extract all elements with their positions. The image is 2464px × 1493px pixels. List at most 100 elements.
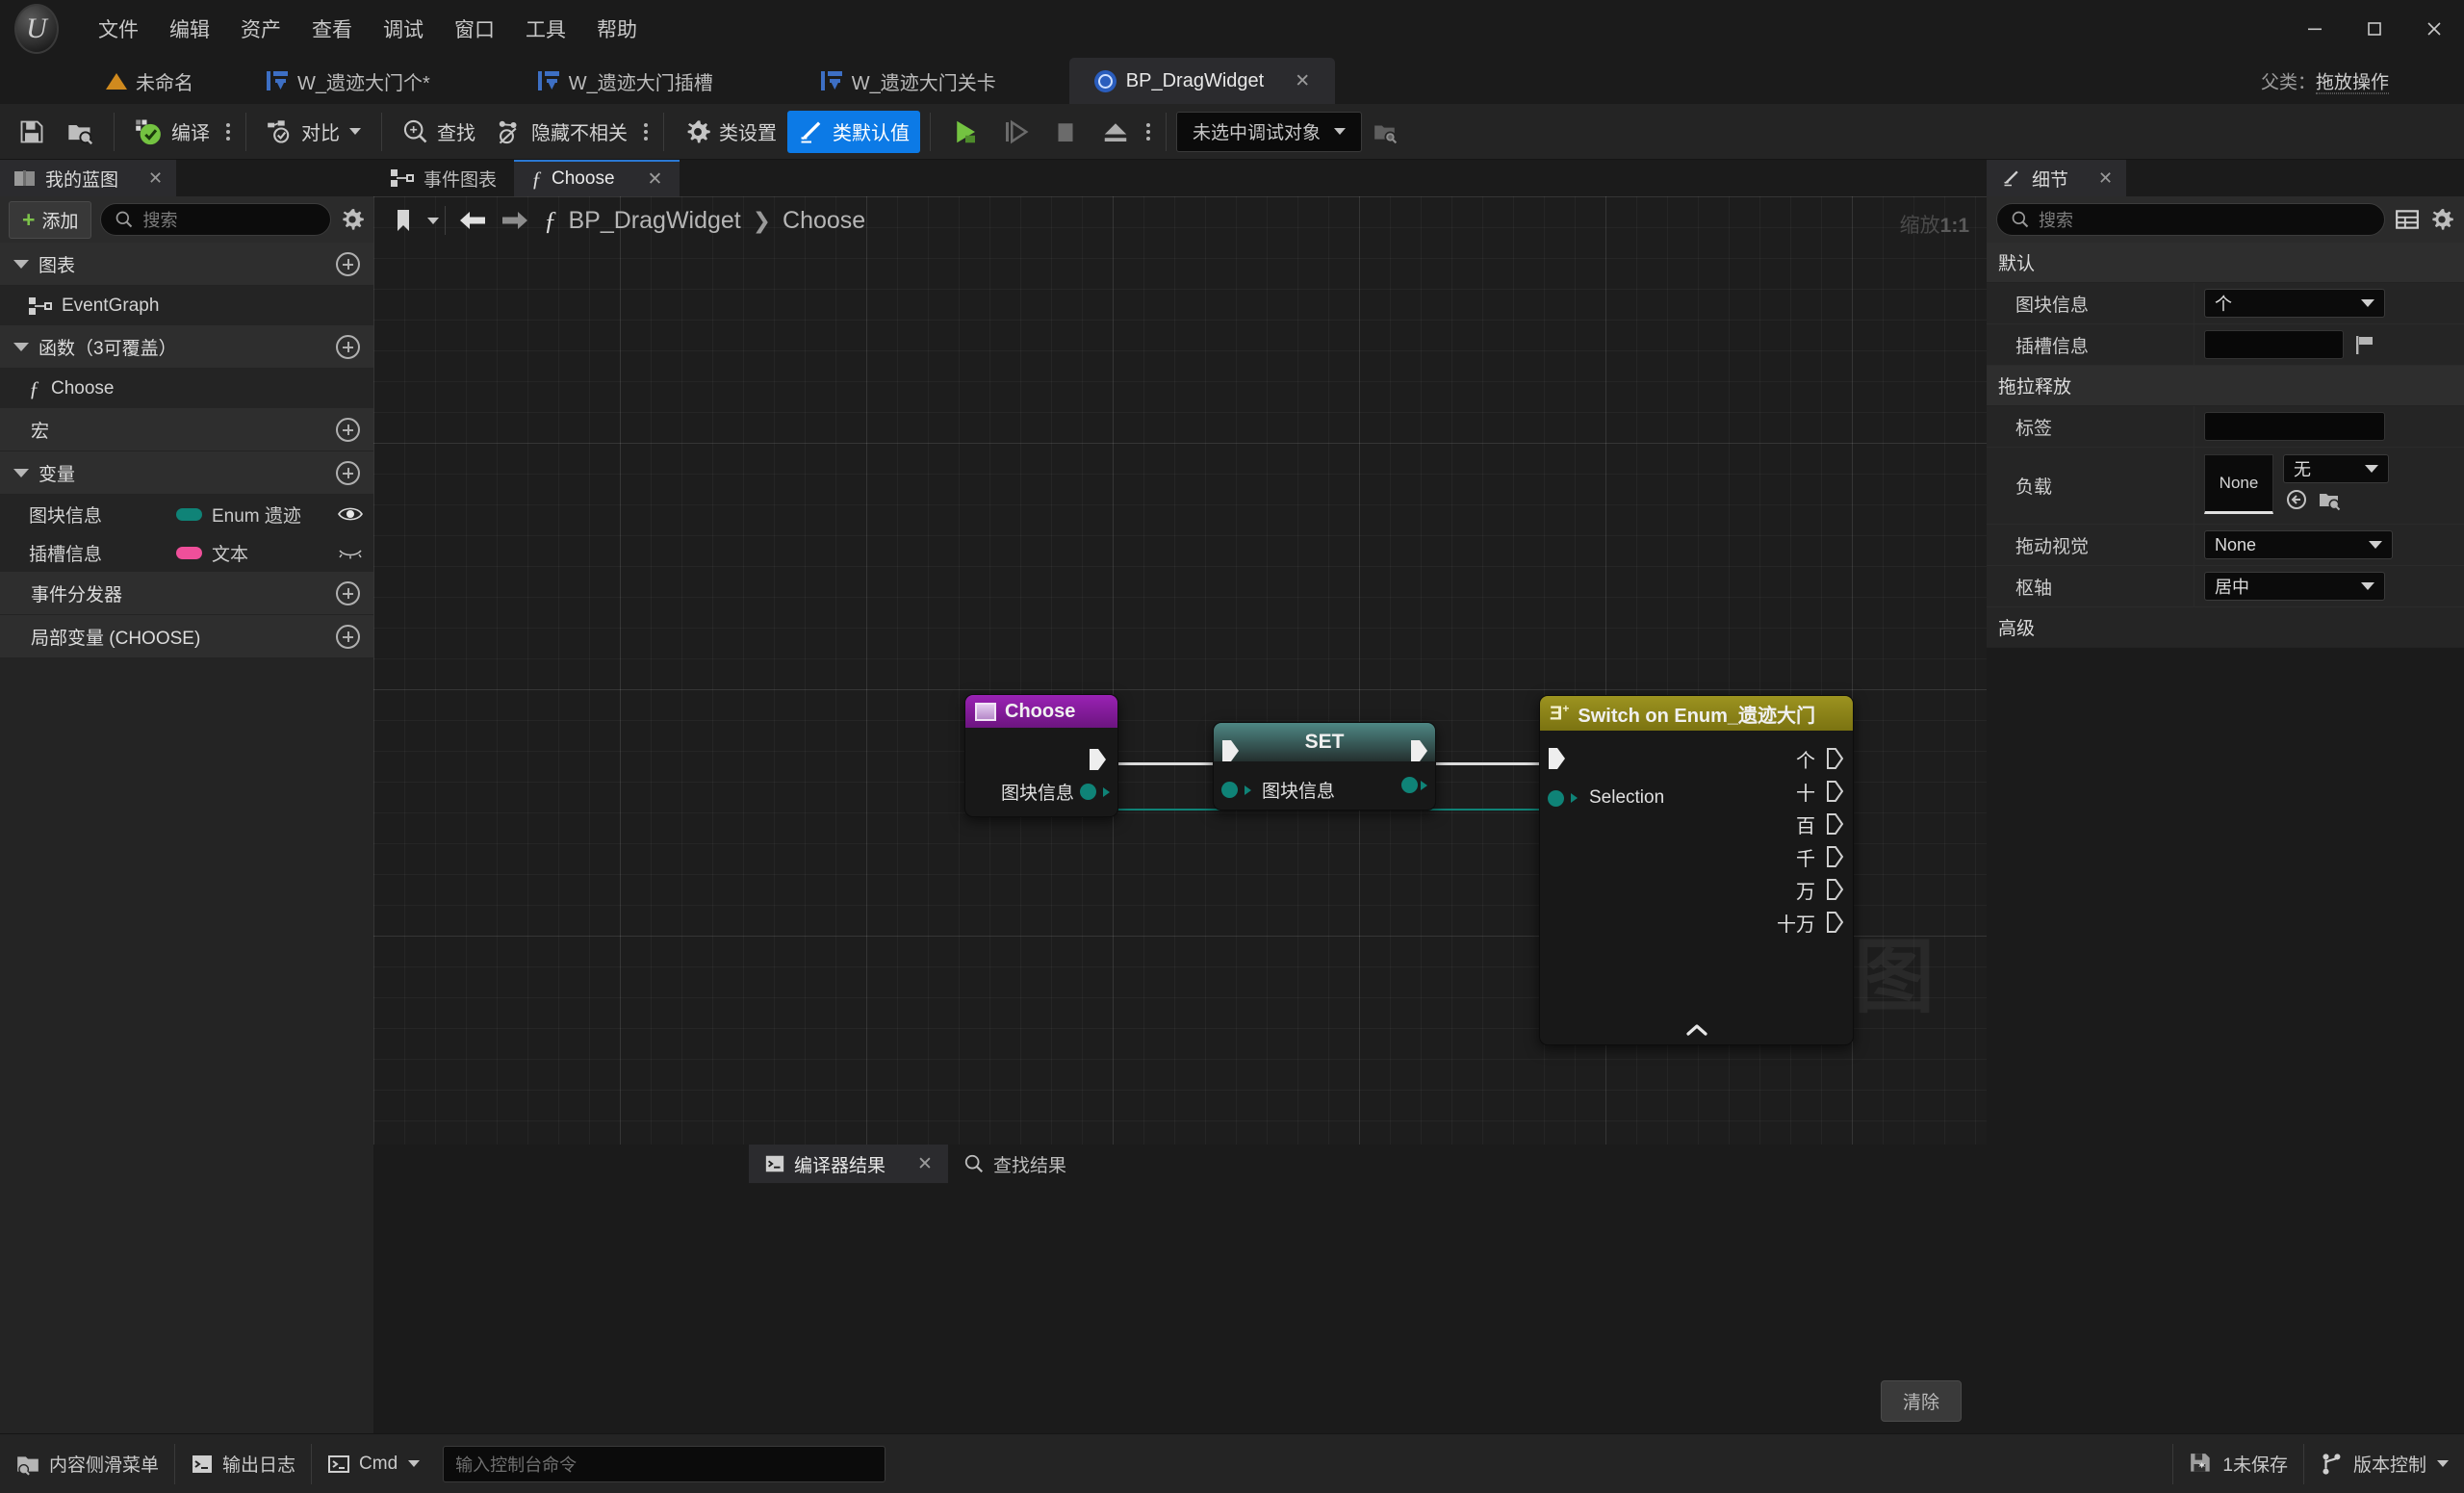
add-local-variable-icon[interactable] — [336, 624, 360, 649]
localization-flag-icon[interactable] — [2353, 333, 2376, 356]
browse-asset-icon[interactable] — [2318, 488, 2341, 511]
add-event-dispatcher-icon[interactable] — [336, 580, 360, 605]
data-in-pin-selection[interactable]: Selection — [1548, 787, 1664, 809]
compiler-log-content[interactable]: 清除 — [373, 1183, 1987, 1433]
payload-class-combo[interactable]: 无 — [2283, 454, 2389, 483]
console-command-input[interactable]: 输入控制台命令 — [443, 1445, 886, 1482]
step-button[interactable] — [990, 111, 1040, 153]
exec-out-pin[interactable] — [1408, 738, 1429, 763]
output-log-button[interactable]: 输出日志 — [175, 1434, 311, 1493]
data-in-pin-tile-info[interactable]: 图块信息 — [1221, 777, 1335, 803]
save-button[interactable] — [8, 111, 56, 153]
graph-tab-event-graph[interactable]: 事件图表 — [373, 160, 514, 196]
back-button[interactable] — [451, 199, 494, 242]
tab-compiler-results[interactable]: 编译器结果 ✕ — [749, 1145, 948, 1183]
close-icon[interactable]: ✕ — [917, 1153, 933, 1175]
tab-w-ruins-gate-1[interactable]: W_遗迹大门个* — [242, 58, 455, 104]
debug-object-selector[interactable]: 未选中调试对象 — [1176, 111, 1363, 152]
parent-class-value[interactable]: 拖放操作 — [2315, 72, 2389, 94]
content-drawer-button[interactable]: 内容侧滑菜单 — [0, 1434, 174, 1493]
tab-my-blueprint[interactable]: 我的蓝图 ✕ — [0, 160, 177, 196]
project-tab[interactable]: 未命名 — [0, 58, 209, 104]
exec-out-pin-ge[interactable]: 个 — [1660, 742, 1853, 775]
exec-out-pin[interactable] — [1087, 747, 1108, 772]
compile-button[interactable]: 编译 — [124, 111, 220, 153]
unreal-logo[interactable]: U — [0, 0, 73, 58]
graph-canvas[interactable]: ƒ BP_DragWidget ❯ Choose 缩放1:1 蓝图 — [373, 196, 1987, 1145]
cmd-mode-button[interactable]: Cmd — [312, 1434, 435, 1493]
data-out-pin-tile-info[interactable] — [1401, 777, 1427, 793]
details-layout-toggle[interactable] — [2395, 207, 2420, 232]
eject-button[interactable] — [1091, 111, 1141, 153]
menu-assets[interactable]: 资产 — [225, 8, 296, 50]
exec-in-pin[interactable] — [1546, 746, 1567, 771]
source-control-button[interactable]: 版本控制 — [2304, 1434, 2464, 1493]
add-variable-icon[interactable] — [336, 460, 360, 485]
payload-asset-thumbnail[interactable]: None — [2204, 454, 2273, 514]
exec-in-pin[interactable] — [1219, 738, 1241, 763]
tab-w-ruins-gate-slot[interactable]: W_遗迹大门插槽 — [513, 58, 738, 104]
data-out-pin-tile-info[interactable]: 图块信息 — [1001, 779, 1110, 805]
hide-unrelated-button[interactable]: 隐藏不相关 — [486, 111, 638, 153]
panel-settings-gear-icon[interactable] — [340, 207, 365, 232]
unsaved-changes-button[interactable]: 1未保存 — [2173, 1434, 2303, 1493]
menu-view[interactable]: 查看 — [296, 8, 368, 50]
close-icon[interactable]: ✕ — [148, 168, 163, 189]
node-set[interactable]: SET 图块信息 — [1213, 722, 1436, 811]
node-choose[interactable]: Choose 图块信息 — [964, 694, 1118, 817]
search-input[interactable]: 搜索 — [100, 203, 331, 236]
node-switch-on-enum[interactable]: Ǝ+ Switch on Enum_遗迹大门 Selection 个 十 百 千… — [1539, 695, 1854, 1045]
stop-button[interactable] — [1040, 111, 1091, 153]
hide-unrelated-kebab[interactable] — [638, 111, 654, 153]
breadcrumb-root[interactable]: BP_DragWidget — [569, 207, 741, 235]
menu-edit[interactable]: 编辑 — [154, 8, 225, 50]
add-button[interactable]: + 添加 — [9, 200, 92, 239]
exec-out-pin-wan[interactable]: 万 — [1660, 873, 1853, 906]
play-button[interactable] — [940, 111, 990, 153]
details-category-drag-drop[interactable]: 拖拉释放 — [1987, 366, 2464, 406]
exec-out-pin-shi[interactable]: 十 — [1660, 775, 1853, 808]
close-button[interactable] — [2404, 0, 2464, 58]
pivot-combo[interactable]: 居中 — [2204, 572, 2385, 601]
class-settings-button[interactable]: 类设置 — [674, 111, 787, 153]
tab-bp-dragwidget[interactable]: BP_DragWidget ✕ — [1068, 58, 1336, 104]
bookmark-button[interactable] — [383, 199, 425, 242]
details-search-input[interactable]: 搜索 — [1996, 203, 2385, 236]
close-icon[interactable]: ✕ — [2098, 168, 2113, 189]
clear-button[interactable]: 清除 — [1880, 1380, 1962, 1422]
graph-item-eventgraph[interactable]: EventGraph — [0, 286, 373, 325]
exec-out-pin-qian[interactable]: 千 — [1660, 840, 1853, 873]
section-event-dispatchers[interactable]: 事件分发器 — [0, 572, 373, 615]
drag-visual-combo[interactable]: None — [2204, 530, 2393, 559]
exec-out-pin-bai[interactable]: 百 — [1660, 808, 1853, 840]
tag-text-field[interactable] — [2204, 412, 2385, 441]
menu-tools[interactable]: 工具 — [510, 8, 581, 50]
menu-debug[interactable]: 调试 — [368, 8, 439, 50]
section-graphs[interactable]: 图表 — [0, 243, 373, 286]
visibility-eye-closed-icon[interactable] — [337, 544, 364, 561]
section-local-variables[interactable]: 局部变量 (CHOOSE) — [0, 615, 373, 658]
tab-details[interactable]: 细节 ✕ — [1987, 160, 2127, 196]
chevron-down-icon[interactable] — [427, 217, 439, 224]
section-macros[interactable]: 宏 — [0, 408, 373, 451]
details-settings-gear-icon[interactable] — [2429, 207, 2454, 232]
menu-help[interactable]: 帮助 — [581, 8, 653, 50]
exec-out-pin-shiwan[interactable]: 十万 — [1660, 906, 1853, 939]
compile-options-kebab[interactable] — [220, 111, 236, 153]
menu-file[interactable]: 文件 — [83, 8, 154, 50]
class-defaults-button[interactable]: 类默认值 — [787, 110, 920, 153]
forward-button[interactable] — [494, 199, 536, 242]
close-icon[interactable]: ✕ — [648, 168, 663, 191]
slot-info-text-field[interactable] — [2204, 330, 2344, 359]
visibility-eye-icon[interactable] — [337, 505, 364, 523]
browse-button[interactable] — [56, 111, 104, 153]
menu-window[interactable]: 窗口 — [439, 8, 510, 50]
graph-tab-choose[interactable]: ƒ Choose ✕ — [514, 160, 680, 196]
maximize-button[interactable] — [2345, 0, 2404, 58]
play-options-kebab[interactable] — [1141, 111, 1156, 153]
variable-item-tile-info[interactable]: 图块信息 Enum 遗迹 — [0, 495, 373, 533]
variable-item-slot-info[interactable]: 插槽信息 文本 — [0, 533, 373, 572]
details-category-default[interactable]: 默认 — [1987, 243, 2464, 283]
diff-button[interactable]: 对比 — [256, 111, 372, 153]
section-functions[interactable]: 函数（3可覆盖） — [0, 325, 373, 369]
